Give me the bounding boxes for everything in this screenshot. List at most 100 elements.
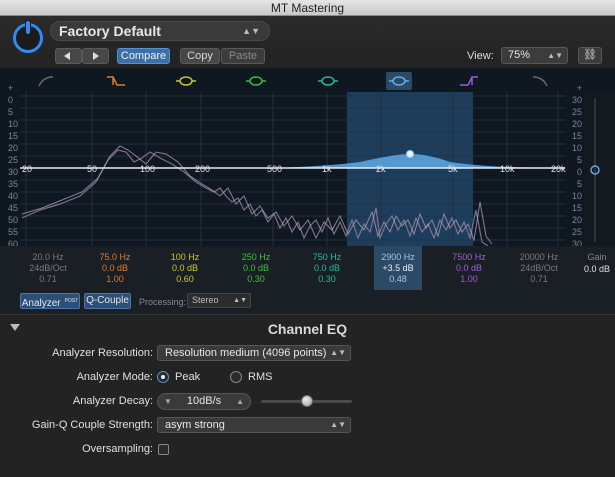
plugin-header: Factory Default ▲▼ Compare Copy Paste Vi… [0, 16, 615, 68]
band-gain[interactable]: 0.0 dB [226, 262, 286, 273]
db-tick: + [8, 83, 14, 93]
arrow-left-icon [64, 52, 70, 60]
highshelf-band-icon[interactable] [456, 72, 482, 90]
band-gain[interactable]: 24dB/Oct [18, 262, 78, 273]
analyzer-button[interactable]: Analyzer POST [20, 293, 80, 309]
analyzer-decay-stepper[interactable]: ▼ 10dB/s ▲ [157, 393, 251, 410]
processing-select[interactable]: Stereo ▲▼ [187, 293, 251, 308]
band-params-3: 100 Hz 0.0 dB 0.60 [155, 246, 215, 284]
window-title: MT Mastering [0, 0, 615, 16]
freq-tick: 100 [140, 164, 156, 174]
increment-icon[interactable]: ▲ [236, 394, 244, 409]
processing-value: Stereo [192, 295, 219, 305]
decrement-icon[interactable]: ▼ [164, 394, 172, 409]
db-tick: + [576, 83, 582, 93]
db-tick: 25 [571, 227, 582, 237]
band-params-5: 750 Hz 0.0 dB 0.30 [297, 246, 357, 284]
band-q[interactable]: 1.00 [85, 273, 145, 284]
chevron-updown-icon: ▲▼ [330, 348, 346, 357]
band-frequency[interactable]: 7500 Hz [439, 251, 499, 262]
band-q[interactable]: 0.71 [509, 273, 569, 284]
band-q[interactable]: 0.60 [155, 273, 215, 284]
analyzer-label: Analyzer [21, 298, 61, 309]
db-tick: 50 [8, 215, 19, 225]
band-handle[interactable] [406, 150, 414, 158]
view-select[interactable]: 75% ▲▼ [501, 47, 568, 64]
band-frequency[interactable]: 750 Hz [297, 251, 357, 262]
link-button[interactable]: ⛓ [578, 47, 602, 64]
view-value: 75% [508, 49, 531, 61]
band-params-1: 20.0 Hz 24dB/Oct 0.71 [18, 246, 78, 284]
analyzer-decay-slider-thumb[interactable] [300, 395, 313, 407]
analyzer-resolution-select[interactable]: Resolution medium (4096 points) ▲▼ [157, 345, 351, 361]
compare-button[interactable]: Compare [117, 48, 170, 64]
peak-radio[interactable] [157, 371, 169, 383]
preset-menu[interactable]: Factory Default ▲▼ [50, 21, 270, 41]
q-couple-button[interactable]: Q-Couple [84, 293, 131, 309]
plugin-title: Channel EQ [267, 321, 348, 337]
parametric-band-2-icon[interactable] [243, 72, 269, 90]
freq-tick: 2k [376, 164, 386, 174]
analyzer-decay-value: 10dB/s [186, 395, 222, 407]
band-q[interactable]: 0.71 [18, 273, 78, 284]
eq-display[interactable]: + 0 5 10 15 20 25 30 35 40 45 50 55 60 +… [0, 68, 615, 249]
analyzer-mode-label: Analyzer Mode: [76, 371, 153, 383]
freq-tick: 50 [87, 164, 98, 174]
power-icon[interactable] [13, 20, 43, 53]
lowcut-band-icon[interactable] [33, 72, 59, 90]
db-tick: 20 [8, 143, 19, 153]
band-frequency[interactable]: 100 Hz [155, 251, 215, 262]
gain-q-couple-strength-select[interactable]: asym strong ▲▼ [157, 417, 351, 433]
freq-tick: 20 [22, 164, 33, 174]
gain-value[interactable]: 0.0 dB [580, 263, 614, 275]
band-gain[interactable]: 24dB/Oct [509, 262, 569, 273]
db-tick: 15 [571, 131, 582, 141]
extended-parameters-panel: Channel EQ Analyzer Resolution: Resoluti… [0, 314, 615, 477]
db-tick: 40 [8, 191, 19, 201]
previous-preset-button[interactable] [55, 48, 82, 64]
parametric-band-1-icon[interactable] [173, 72, 199, 90]
eq-graph[interactable]: + 0 5 10 15 20 25 30 35 40 45 50 55 60 +… [0, 83, 615, 249]
oversampling-label: Oversampling: [82, 443, 153, 455]
band-params-2: 75.0 Hz 0.0 dB 1.00 [85, 246, 145, 284]
analyzer-resolution-value: Resolution medium (4096 points) [165, 347, 327, 359]
copy-button[interactable]: Copy [180, 48, 220, 64]
chevron-updown-icon: ▲▼ [242, 26, 260, 36]
highcut-band-icon[interactable] [527, 72, 553, 90]
band-q[interactable]: 0.30 [226, 273, 286, 284]
analyzer-decay-label: Analyzer Decay: [72, 395, 153, 407]
rms-radio-label[interactable]: RMS [248, 371, 272, 383]
band-frequency[interactable]: 20.0 Hz [18, 251, 78, 262]
freq-scale: 20 50 100 200 500 1k 2k 5k 10k 20k [0, 164, 615, 174]
band-frequency[interactable]: 250 Hz [226, 251, 286, 262]
band-q[interactable]: 1.00 [439, 273, 499, 284]
db-tick: 15 [8, 131, 19, 141]
next-preset-button[interactable] [82, 48, 109, 64]
band-toggle-row [0, 72, 615, 90]
band-gain[interactable]: 0.0 dB [85, 262, 145, 273]
db-tick: 30 [571, 95, 582, 105]
peak-radio-label[interactable]: Peak [175, 371, 200, 383]
preset-name: Factory Default [59, 23, 161, 39]
db-tick: 20 [571, 119, 582, 129]
band-q[interactable]: 0.48 [374, 273, 422, 284]
db-tick: 55 [8, 227, 19, 237]
band-gain[interactable]: 0.0 dB [155, 262, 215, 273]
view-label: View: [467, 50, 494, 62]
master-gain: Gain 0.0 dB [580, 251, 614, 275]
paste-button[interactable]: Paste [221, 48, 265, 64]
band-gain[interactable]: 0.0 dB [297, 262, 357, 273]
parametric-band-4-icon[interactable] [386, 72, 412, 90]
lowshelf-band-icon[interactable] [103, 72, 129, 90]
db-tick: 35 [8, 179, 19, 189]
band-q[interactable]: 0.30 [297, 273, 357, 284]
band-frequency[interactable]: 20000 Hz [509, 251, 569, 262]
freq-tick: 500 [267, 164, 283, 174]
rms-radio[interactable] [230, 371, 242, 383]
parametric-band-3-icon[interactable] [315, 72, 341, 90]
band-gain[interactable]: +3.5 dB [374, 262, 422, 273]
band-frequency[interactable]: 2900 Hz [374, 251, 422, 262]
band-gain[interactable]: 0.0 dB [439, 262, 499, 273]
oversampling-checkbox[interactable] [158, 444, 169, 455]
band-frequency[interactable]: 75.0 Hz [85, 251, 145, 262]
